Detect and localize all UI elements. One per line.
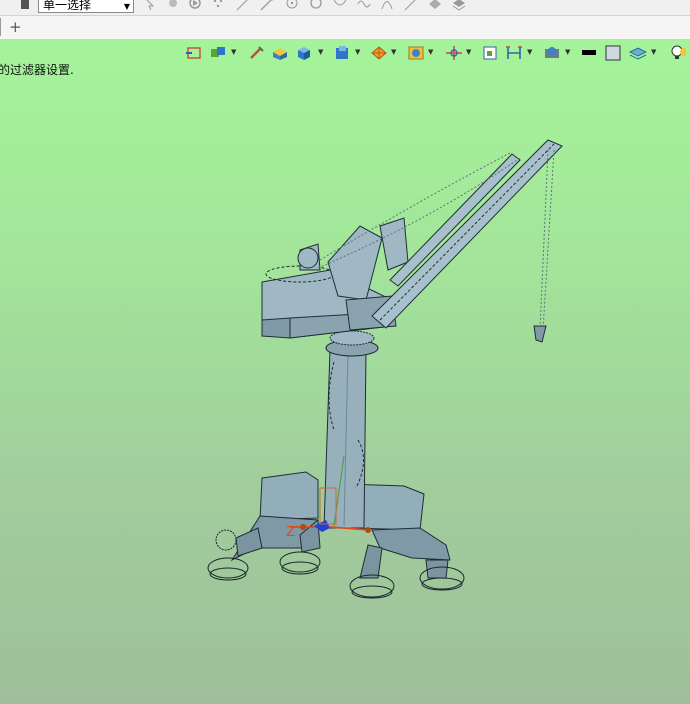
crane-model	[207, 139, 563, 599]
model-viewport[interactable]: Z	[0, 0, 690, 704]
svg-text:Z: Z	[286, 525, 295, 540]
